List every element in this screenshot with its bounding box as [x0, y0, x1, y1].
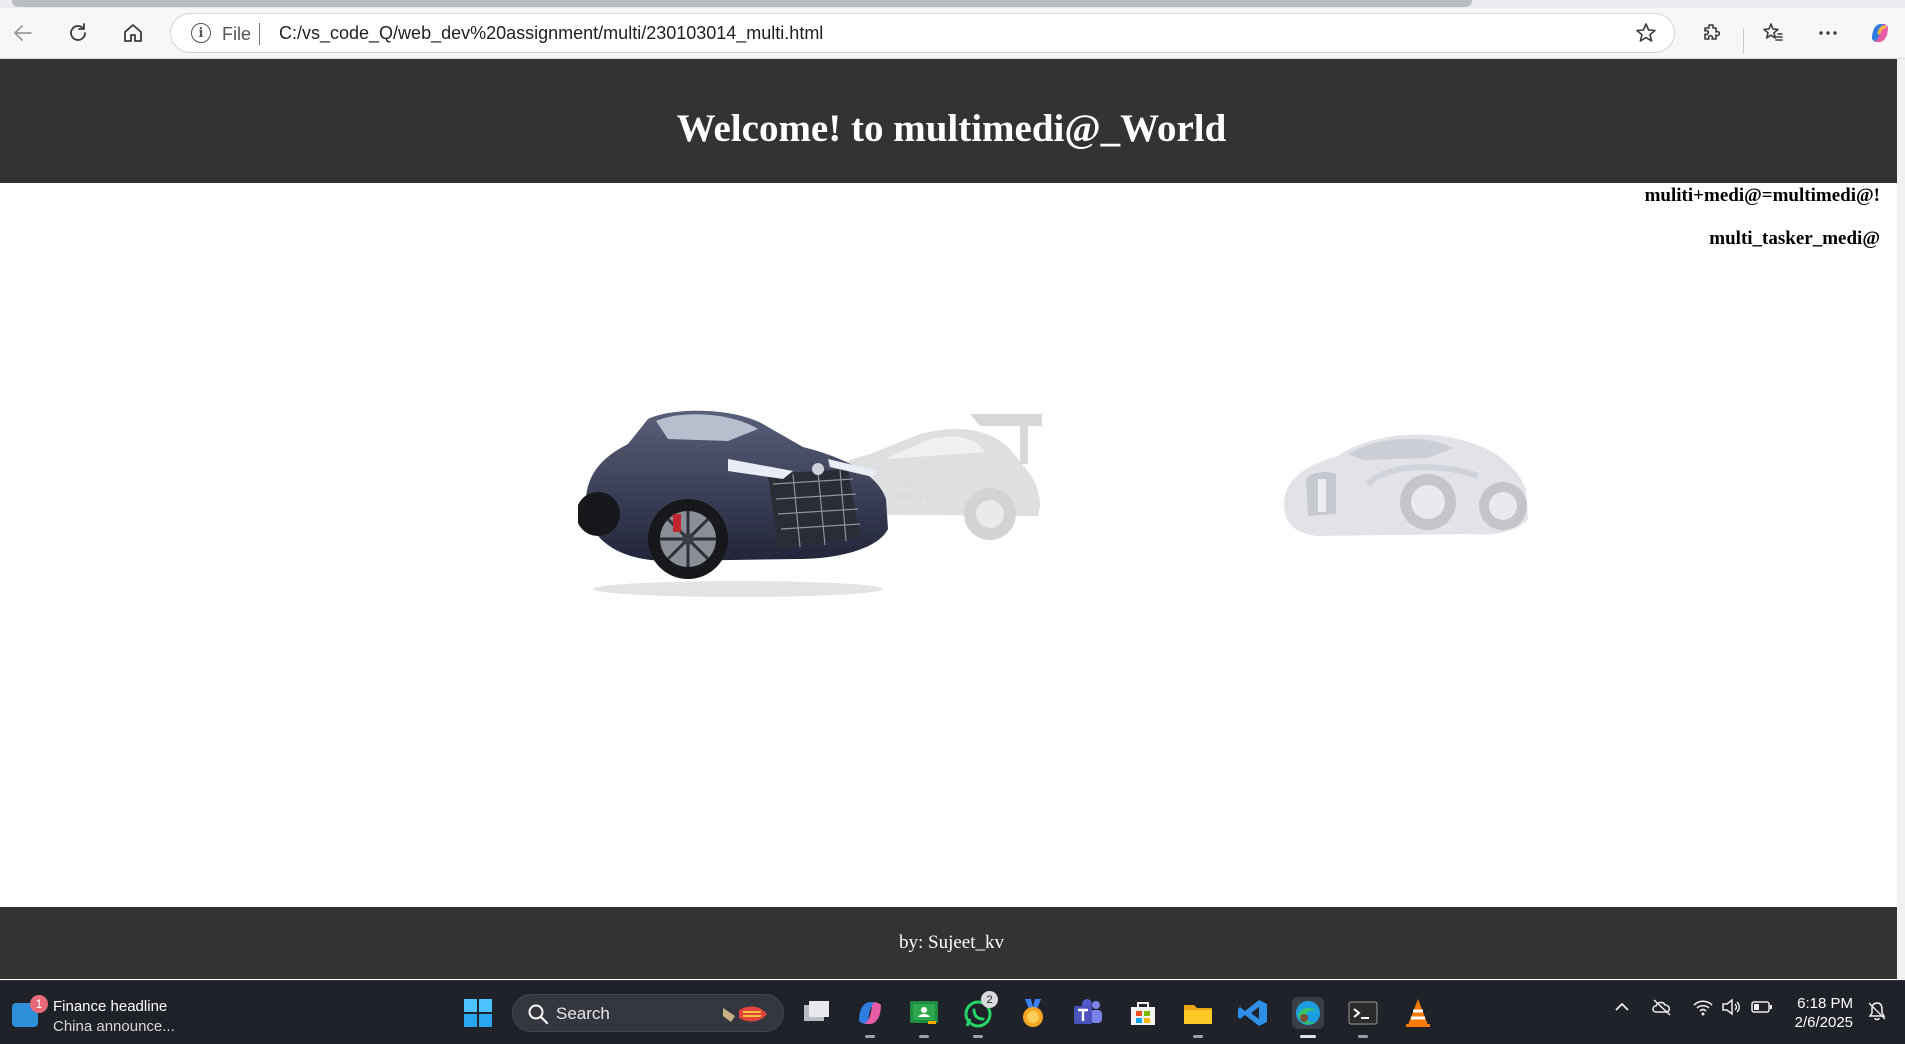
toolbar-divider	[1743, 28, 1744, 54]
lexus-sports-car-image	[578, 410, 888, 597]
search-highlight-icon	[723, 1006, 767, 1022]
tagline-2: multi_tasker_medi@	[1709, 228, 1880, 249]
svg-text:ஃ ...: ஃ ...	[895, 479, 937, 504]
clock-time: 6:18 PM	[1797, 995, 1853, 1012]
system-clock[interactable]: 6:18 PM 2/6/2025	[1795, 994, 1853, 1032]
vlc-icon[interactable]	[1402, 997, 1434, 1029]
address-separator	[259, 23, 260, 45]
page-footer: by: Sujeet_kv	[0, 907, 1903, 979]
page-viewport: Welcome! to multimedi@_World muliti+medi…	[0, 59, 1905, 980]
task-view-icon[interactable]	[800, 997, 832, 1029]
start-icon[interactable]	[462, 997, 494, 1029]
tab-strip	[0, 0, 1905, 8]
notification-bell-icon[interactable]	[1866, 1000, 1888, 1022]
bugatti-car-faded-image	[1284, 434, 1528, 536]
taskbar-search[interactable]: Search	[512, 994, 784, 1032]
widget-title: Finance headline	[53, 998, 168, 1015]
battery-icon[interactable]	[1750, 997, 1774, 1017]
terminal-icon[interactable]	[1347, 997, 1379, 1038]
widget-subtitle: China announce...	[53, 1018, 175, 1035]
extensions-icon[interactable]	[1694, 16, 1730, 50]
teams-icon[interactable]	[1072, 997, 1104, 1029]
copilot-icon[interactable]	[1862, 16, 1898, 50]
page-scrollbar[interactable]	[1897, 59, 1905, 980]
search-placeholder: Search	[556, 1004, 610, 1023]
address-bar[interactable]: i File C:/vs_code_Q/web_dev%20assignment…	[170, 13, 1675, 53]
file-explorer-icon[interactable]	[1182, 997, 1214, 1038]
edge-browser-icon[interactable]	[1292, 997, 1324, 1038]
news-widget[interactable]: 1 Finance headline China announce...	[12, 993, 212, 1035]
info-icon[interactable]: i	[191, 23, 211, 43]
scheme-label: File	[222, 24, 252, 44]
refresh-icon[interactable]	[60, 16, 96, 50]
home-icon[interactable]	[115, 16, 151, 50]
windows-taskbar: 1 Finance headline China announce... Sea…	[0, 980, 1905, 1044]
favorite-star-icon[interactable]	[1634, 21, 1658, 50]
back-icon[interactable]	[5, 16, 41, 50]
more-icon[interactable]	[1810, 16, 1846, 50]
search-icon	[528, 1004, 549, 1025]
onedrive-offline-icon[interactable]	[1651, 997, 1673, 1017]
badge-medal-icon[interactable]	[1017, 997, 1049, 1029]
wifi-icon[interactable]	[1692, 997, 1714, 1017]
volume-icon[interactable]	[1720, 997, 1742, 1017]
favorites-icon[interactable]	[1755, 16, 1791, 50]
microsoft-store-icon[interactable]	[1127, 997, 1159, 1029]
page-title: Welcome! to multimedi@_World	[676, 106, 1227, 150]
url-text[interactable]: C:/vs_code_Q/web_dev%20assignment/multi/…	[279, 23, 823, 44]
vscode-icon[interactable]	[1237, 997, 1269, 1029]
browser-toolbar: i File C:/vs_code_Q/web_dev%20assignment…	[0, 8, 1905, 59]
whatsapp-icon[interactable]: 2	[962, 991, 998, 1038]
classroom-icon[interactable]	[908, 997, 940, 1038]
clock-date: 2/6/2025	[1794, 1014, 1853, 1031]
tagline-1: muliti+medi@=multimedi@!	[1644, 185, 1880, 206]
footer-credit: by: Sujeet_kv	[898, 932, 1005, 953]
tab-strip-scroll	[12, 0, 1472, 7]
page-header: Welcome! to multimedi@_World	[0, 59, 1903, 183]
chevron-up-icon[interactable]	[1612, 997, 1632, 1017]
whatsapp-badge: 2	[981, 991, 998, 1008]
copilot-app-icon[interactable]	[854, 997, 886, 1038]
widget-badge: 1	[30, 995, 48, 1013]
